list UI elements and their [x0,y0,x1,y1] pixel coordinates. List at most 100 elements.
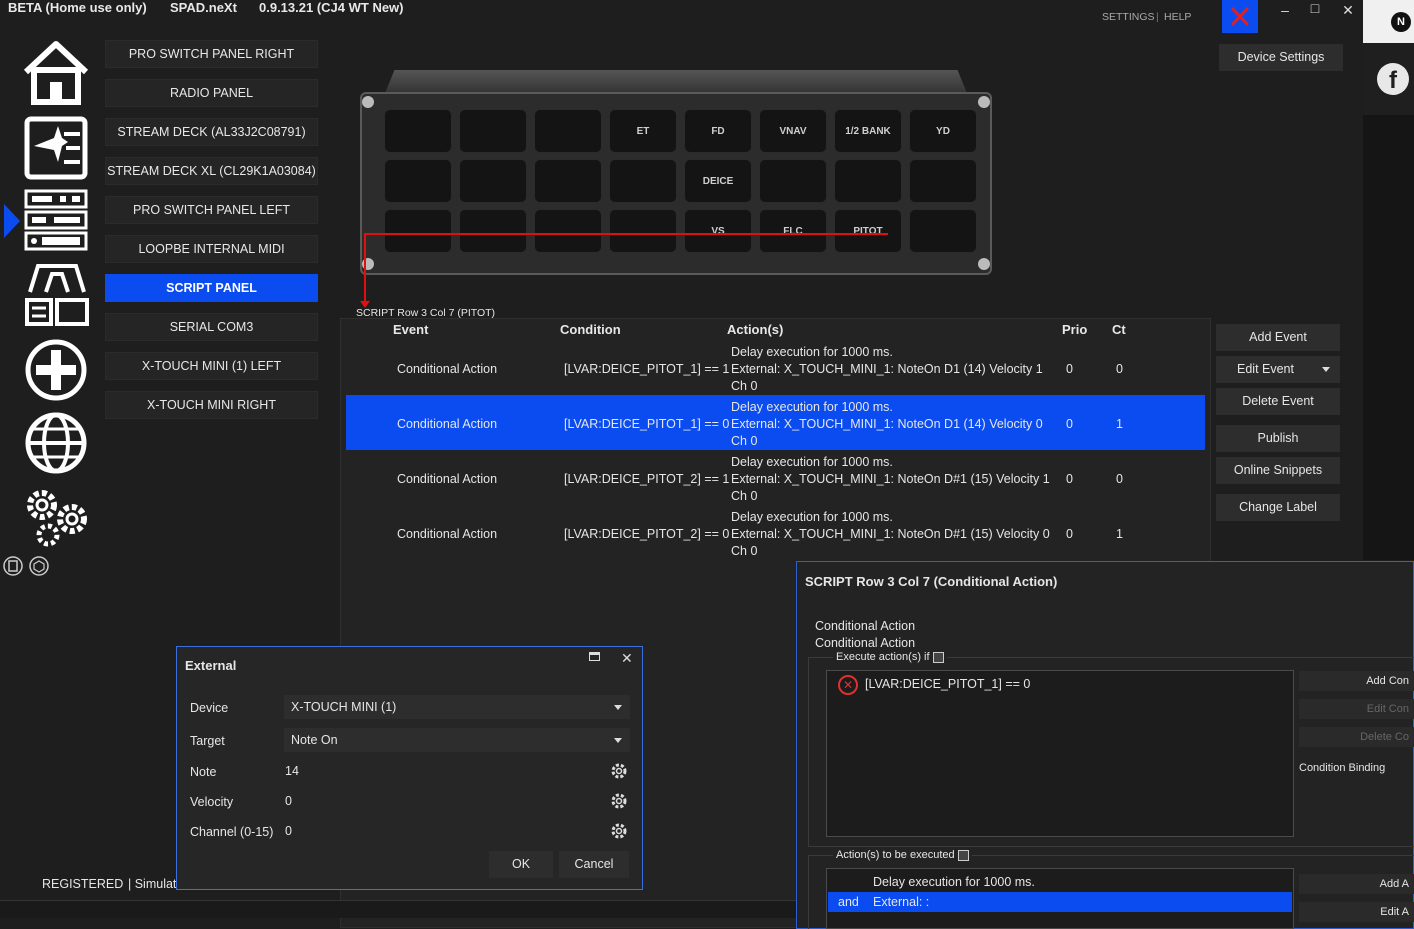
velocity-value[interactable]: 0 [285,794,292,808]
device-x-touch-mini-right[interactable]: X-TOUCH MINI RIGHT [105,391,318,419]
panel-key-r3-c7[interactable]: PITOT [834,209,902,253]
event-row[interactable]: Conditional Action [LVAR:DEICE_PITOT_2] =… [346,505,1205,560]
status-bar [0,900,797,918]
close-button[interactable]: ✕ [1333,2,1363,19]
change-label-button[interactable]: Change Label [1216,494,1340,521]
panel-key-r3-c3[interactable] [534,209,602,253]
chevron-down-icon [614,738,622,743]
device-pro-switch-panel-left[interactable]: PRO SWITCH PANEL LEFT [105,196,318,224]
publish-button[interactable]: Publish [1216,425,1340,452]
settings-gears-icon[interactable] [22,485,90,549]
snippet-icon[interactable] [957,849,969,861]
velocity-gear-icon[interactable] [610,792,628,810]
target-select[interactable]: Note On [284,728,630,752]
delete-event-button[interactable]: Delete Event [1216,388,1340,415]
event-type-line2: Conditional Action [815,636,916,650]
home-icon[interactable] [22,40,90,106]
online-snippets-button[interactable]: Online Snippets [1216,457,1340,484]
devices-icon[interactable] [24,189,88,251]
panel-key-r1-c3[interactable] [534,109,602,153]
add-icon[interactable] [24,338,88,402]
panel-key-r2-c1[interactable] [384,159,452,203]
channel-gear-icon[interactable] [610,822,628,840]
cockpit-icon[interactable] [24,262,90,328]
device-radio-panel[interactable]: RADIO PANEL [105,79,318,107]
note-gear-icon[interactable] [610,762,628,780]
device-stream-deck-xl-cl29k1a03084[interactable]: STREAM DECK XL (CL29K1A03084) [105,157,318,185]
event-prio: 0 [1066,527,1073,541]
event-type-line1: Conditional Action [815,619,916,633]
edit-condition-button[interactable]: Edit Con [1299,699,1414,719]
online-globe-icon[interactable] [24,411,88,475]
panel-key-r2-c8[interactable] [909,159,977,203]
news-icon[interactable]: N [1391,12,1411,32]
delete-condition-button[interactable]: Delete Co [1299,727,1414,747]
panel-key-r2-c5[interactable]: DEICE [684,159,752,203]
simulator-label: | Simulat [128,877,177,891]
condition-binding-label[interactable]: Condition Binding [1299,762,1385,774]
panel-key-r3-c6[interactable]: FLC [759,209,827,253]
cancel-button[interactable]: Cancel [559,851,629,878]
action-delay[interactable]: Delay execution for 1000 ms. [873,875,1035,889]
event-condition: [LVAR:DEICE_PITOT_1] == 0 [564,417,730,431]
col-event: Event [393,322,429,337]
note-value[interactable]: 14 [285,764,299,778]
minimize-button[interactable]: – [1270,2,1300,18]
panel-key-r3-c2[interactable] [459,209,527,253]
col-actions: Action(s) [727,322,784,337]
panel-key-r1-c4[interactable]: ET [609,109,677,153]
snippet-icon[interactable] [932,651,944,663]
panel-key-r1-c1[interactable] [384,109,452,153]
condition-list[interactable] [826,670,1294,837]
panel-key-r2-c4[interactable] [609,159,677,203]
event-row[interactable]: Conditional Action [LVAR:DEICE_PITOT_1] =… [346,340,1205,395]
panel-key-r3-c1[interactable] [384,209,452,253]
panel-key-r1-c8[interactable]: YD [909,109,977,153]
device-x-touch-mini-1-left[interactable]: X-TOUCH MINI (1) LEFT [105,352,318,380]
panel-key-r2-c3[interactable] [534,159,602,203]
dialog-maximize-icon[interactable] [589,652,600,661]
package-icon[interactable] [29,556,49,576]
flight-plan-icon[interactable] [24,116,88,180]
simconnect-status-button[interactable] [1222,0,1258,33]
panel-key-r1-c5[interactable]: FD [684,109,752,153]
condition-text[interactable]: [LVAR:DEICE_PITOT_1] == 0 [865,677,1030,691]
help-link[interactable]: HELP [1164,11,1191,23]
panel-key-r2-c2[interactable] [459,159,527,203]
actions-label: Action(s) to be executed [833,849,972,861]
save-icon[interactable] [3,556,23,576]
event-action-channel: Ch 0 [731,434,758,448]
device-pro-switch-panel-right[interactable]: PRO SWITCH PANEL RIGHT [105,40,318,68]
channel-value[interactable]: 0 [285,824,292,838]
device-script-panel[interactable]: SCRIPT PANEL [105,274,318,302]
action-external-row[interactable]: and External: : [828,892,1292,912]
edit-event-button[interactable]: Edit Event [1216,356,1340,383]
add-event-button[interactable]: Add Event [1216,324,1340,351]
device-stream-deck-al33j2c08791[interactable]: STREAM DECK (AL33J2C08791) [105,118,318,146]
maximize-button[interactable]: □ [1300,0,1330,16]
dialog-close-icon[interactable]: ✕ [621,650,633,667]
panel-key-r3-c5[interactable]: VS [684,209,752,253]
device-settings-button[interactable]: Device Settings [1219,44,1343,71]
chevron-down-icon[interactable] [1322,367,1330,372]
panel-key-r1-c6[interactable]: VNAV [759,109,827,153]
panel-key-r1-c7[interactable]: 1/2 BANK [834,109,902,153]
panel-key-r2-c6[interactable] [759,159,827,203]
panel-key-r1-c2[interactable] [459,109,527,153]
device-select[interactable]: X-TOUCH MINI (1) [284,695,630,719]
event-row[interactable]: Conditional Action [LVAR:DEICE_PITOT_1] =… [346,395,1205,450]
add-action-button[interactable]: Add A [1299,874,1414,894]
channel-label: Channel (0-15) [190,825,274,839]
add-condition-button[interactable]: Add Con [1299,671,1414,691]
panel-key-r3-c8[interactable] [909,209,977,253]
event-row[interactable]: Conditional Action [LVAR:DEICE_PITOT_2] =… [346,450,1205,505]
device-loopbe-internal-midi[interactable]: LOOPBE INTERNAL MIDI [105,235,318,263]
ok-button[interactable]: OK [489,851,553,878]
panel-key-r2-c7[interactable] [834,159,902,203]
device-serial-com3[interactable]: SERIAL COM3 [105,313,318,341]
settings-link[interactable]: SETTINGS [1102,11,1155,23]
event-name: Conditional Action [397,417,498,431]
facebook-icon[interactable]: f [1377,63,1409,95]
edit-action-button[interactable]: Edit A [1299,902,1414,922]
panel-key-r3-c4[interactable] [609,209,677,253]
